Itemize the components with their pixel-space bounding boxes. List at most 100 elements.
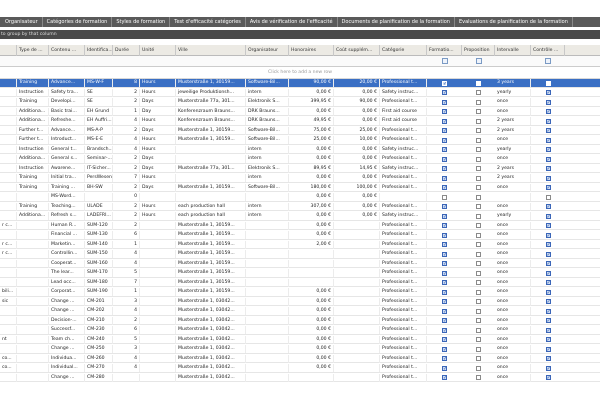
checkbox-ctrl[interactable]: ✓ bbox=[545, 99, 551, 105]
cell-ville[interactable]: Musterstraße 1, 30159... bbox=[176, 231, 246, 239]
cell-content[interactable]: Teaching... bbox=[49, 202, 85, 211]
checkbox-ctrl[interactable]: ✓ bbox=[545, 375, 551, 381]
cell-content[interactable]: Team ch... bbox=[49, 335, 85, 344]
cell-interval[interactable]: once bbox=[495, 288, 531, 296]
cell-id[interactable]: EH Grund bbox=[85, 107, 113, 116]
cell-ville[interactable]: Musterstraße 1, 30159... bbox=[176, 79, 246, 87]
checkbox-f[interactable]: ✓ bbox=[442, 109, 447, 115]
cell-fee[interactable]: 2,00 € bbox=[289, 240, 334, 249]
cell-unit[interactable] bbox=[140, 345, 176, 353]
cell-id[interactable]: LADEFRI... bbox=[85, 212, 113, 220]
checkbox-p[interactable] bbox=[476, 137, 481, 143]
checkbox-ctrl[interactable]: ✓ bbox=[545, 109, 551, 115]
cell-type[interactable] bbox=[17, 250, 49, 258]
cell-c0[interactable] bbox=[0, 136, 17, 144]
cell-c0[interactable] bbox=[0, 269, 17, 277]
checkbox-f[interactable]: ✓ bbox=[442, 99, 447, 105]
cell-interval[interactable]: once bbox=[495, 107, 531, 116]
cell-fee[interactable]: 0,00 € bbox=[289, 174, 334, 182]
cell-org[interactable] bbox=[246, 316, 289, 325]
checkbox-f[interactable]: ✓ bbox=[442, 337, 447, 343]
table-row[interactable]: The lear... SUM-170 5 Musterstraße 1, 30159… bbox=[0, 269, 600, 278]
cell-type[interactable] bbox=[17, 316, 49, 325]
cell-id[interactable]: CM-260 bbox=[85, 354, 113, 363]
cell-type[interactable] bbox=[17, 297, 49, 306]
cell-fee[interactable]: 75,00 € bbox=[289, 126, 334, 135]
cell-content[interactable]: Individua... bbox=[49, 354, 85, 363]
cell-extra[interactable]: 10,00 € bbox=[334, 136, 380, 144]
cell-fee[interactable]: 0,00 € bbox=[289, 345, 334, 353]
cell-dur[interactable]: 6 bbox=[113, 231, 140, 239]
cell-org[interactable] bbox=[246, 278, 289, 287]
checkbox-ctrl[interactable]: ✓ bbox=[545, 137, 551, 143]
cell-content[interactable]: Initial tra... bbox=[49, 174, 85, 182]
cell-ville[interactable]: Musterstraße 1, 03042... bbox=[176, 345, 246, 353]
cell-fee[interactable]: 0,00 € bbox=[289, 212, 334, 220]
cell-dur[interactable]: 4 bbox=[113, 136, 140, 144]
cell-type[interactable]: Further t... bbox=[17, 136, 49, 144]
cell-type[interactable]: Additiona... bbox=[17, 107, 49, 116]
cell-content[interactable]: Introduct... bbox=[49, 136, 85, 144]
cell-cat[interactable]: Professional t... bbox=[380, 364, 427, 372]
cell-type[interactable]: Training bbox=[17, 98, 49, 106]
checkbox-f[interactable]: ✓ bbox=[442, 118, 447, 124]
cell-extra[interactable] bbox=[334, 307, 380, 315]
cell-cat[interactable]: Professional t... bbox=[380, 278, 427, 287]
cell-content[interactable]: Refresh s... bbox=[49, 212, 85, 220]
column-header-f[interactable]: Formatio... bbox=[427, 45, 462, 56]
cell-c0[interactable] bbox=[0, 164, 17, 173]
cell-type[interactable] bbox=[17, 354, 49, 363]
cell-cat[interactable]: Professional t... bbox=[380, 326, 427, 334]
cell-cat[interactable]: Safety instruc... bbox=[380, 164, 427, 173]
cell-unit[interactable]: Hours bbox=[140, 174, 176, 182]
cell-fee[interactable]: 89,95 € bbox=[289, 164, 334, 173]
cell-interval[interactable]: once bbox=[495, 316, 531, 325]
cell-extra[interactable]: 14,95 € bbox=[334, 164, 380, 173]
cell-ville[interactable]: Musterstraße 1, 03042... bbox=[176, 316, 246, 325]
table-row[interactable]: Additiona... Refreshe... EH Auffri... 4 Hour… bbox=[0, 117, 600, 126]
cell-fee[interactable]: 0,00 € bbox=[289, 354, 334, 363]
cell-content[interactable]: Individual... bbox=[49, 364, 85, 372]
cell-content[interactable]: Cooperat... bbox=[49, 259, 85, 268]
cell-cat[interactable]: Professional t... bbox=[380, 307, 427, 315]
cell-c0[interactable]: nt bbox=[0, 335, 17, 344]
tab-4[interactable]: Avis de vérification de l'efficacité bbox=[246, 17, 338, 27]
cell-unit[interactable] bbox=[140, 221, 176, 230]
cell-c0[interactable] bbox=[0, 155, 17, 163]
cell-id[interactable]: SUM-120 bbox=[85, 221, 113, 230]
cell-type[interactable] bbox=[17, 364, 49, 372]
cell-ville[interactable]: Konferenzraum Brauns... bbox=[176, 107, 246, 116]
cell-dur[interactable]: 4 bbox=[113, 117, 140, 125]
cell-org[interactable] bbox=[246, 326, 289, 334]
checkbox-p[interactable] bbox=[476, 356, 481, 361]
cell-interval[interactable]: once bbox=[495, 183, 531, 192]
column-header-id[interactable]: Identifica... bbox=[85, 45, 113, 56]
column-header-cat[interactable]: Catégorie bbox=[380, 45, 427, 56]
cell-c0[interactable] bbox=[0, 307, 17, 315]
cell-c0[interactable]: bili... bbox=[0, 288, 17, 296]
cell-type[interactable] bbox=[17, 307, 49, 315]
cell-interval[interactable]: once bbox=[495, 354, 531, 363]
cell-fee[interactable] bbox=[289, 250, 334, 258]
cell-cat[interactable]: Professional t... bbox=[380, 79, 427, 87]
cell-cat[interactable]: Professional t... bbox=[380, 136, 427, 144]
checkbox-f[interactable]: ✓ bbox=[442, 299, 447, 305]
checkbox-f[interactable]: ✓ bbox=[442, 213, 447, 219]
cell-extra[interactable]: 100,00 € bbox=[334, 183, 380, 192]
cell-org[interactable]: Elektronik S... bbox=[246, 98, 289, 106]
cell-unit[interactable] bbox=[140, 297, 176, 306]
cell-id[interactable]: MS-A-P bbox=[85, 126, 113, 135]
cell-unit[interactable] bbox=[140, 307, 176, 315]
checkbox-f[interactable]: ✓ bbox=[442, 308, 447, 314]
checkbox-f[interactable]: ✓ bbox=[442, 318, 447, 324]
cell-dur[interactable]: 2 bbox=[113, 88, 140, 97]
checkbox-p[interactable] bbox=[476, 251, 481, 257]
cell-cat[interactable] bbox=[380, 193, 427, 201]
cell-interval[interactable]: once bbox=[495, 326, 531, 334]
cell-content[interactable]: Training ... bbox=[49, 183, 85, 192]
cell-c0[interactable] bbox=[0, 88, 17, 97]
cell-cat[interactable]: Professional t... bbox=[380, 202, 427, 211]
cell-extra[interactable] bbox=[334, 269, 380, 277]
cell-org[interactable]: DRK Brauns... bbox=[246, 117, 289, 125]
cell-dur[interactable]: 5 bbox=[113, 269, 140, 277]
